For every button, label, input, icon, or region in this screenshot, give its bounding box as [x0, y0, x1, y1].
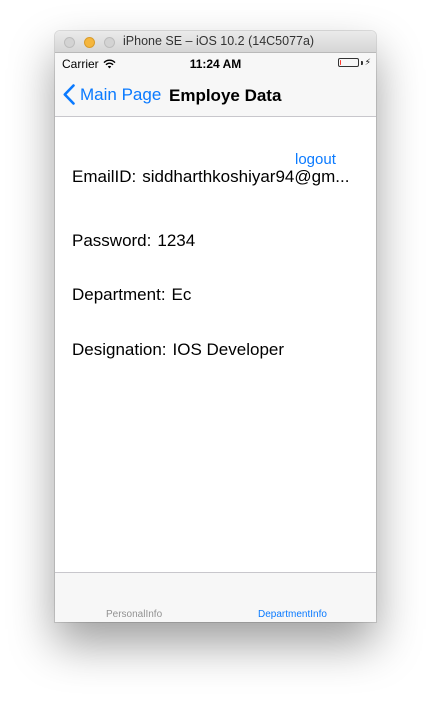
password-label: Password: — [72, 231, 152, 250]
battery-level — [339, 60, 341, 65]
logout-button[interactable]: logout — [295, 151, 336, 168]
email-row: EmailID: siddharthkoshiyar94@gm... — [72, 167, 355, 187]
designation-value: IOS Developer — [172, 340, 285, 359]
department-label: Department: — [72, 285, 166, 304]
email-value: siddharthkoshiyar94@gm... — [142, 167, 350, 186]
password-value: 1234 — [157, 231, 196, 250]
close-window-button[interactable] — [64, 37, 75, 48]
tab-personal-info[interactable]: PersonalInfo — [106, 609, 162, 620]
minimize-window-button[interactable] — [84, 37, 95, 48]
simulator-window: iPhone SE – iOS 10.2 (14C5077a) Carrier … — [55, 31, 376, 622]
navigation-bar: Main Page Employe Data — [55, 73, 376, 117]
battery-indicator: ⚡ — [337, 57, 371, 67]
charging-bolt-icon: ⚡ — [364, 57, 371, 67]
status-time: 11:24 AM — [189, 57, 242, 71]
department-value: Ec — [171, 285, 192, 304]
status-bar: Carrier 11:24 AM ⚡ — [55, 53, 376, 73]
back-button[interactable]: Main Page — [63, 84, 161, 105]
designation-row: Designation: IOS Developer — [72, 340, 355, 360]
window-title: iPhone SE – iOS 10.2 (14C5077a) — [123, 34, 315, 48]
window-titlebar: iPhone SE – iOS 10.2 (14C5077a) — [55, 31, 376, 53]
department-row: Department: Ec — [72, 285, 355, 305]
battery-tip — [360, 60, 363, 65]
tab-bar: PersonalInfo DepartmentInfo — [55, 572, 376, 622]
password-row: Password: 1234 — [72, 231, 355, 251]
page-title: Employe Data — [169, 86, 282, 105]
phone-screen: Carrier 11:24 AM ⚡ Main Page Employe Dat… — [55, 53, 376, 622]
zoom-window-button[interactable] — [104, 37, 115, 48]
back-button-label: Main Page — [80, 84, 162, 104]
employee-details: logout EmailID: siddharthkoshiyar94@gm...… — [55, 117, 376, 572]
chevron-left-icon — [63, 84, 75, 105]
battery-icon — [337, 58, 359, 67]
tab-department-info[interactable]: DepartmentInfo — [258, 609, 327, 620]
stage: iPhone SE – iOS 10.2 (14C5077a) Carrier … — [0, 0, 432, 702]
email-label: EmailID: — [72, 167, 137, 186]
designation-label: Designation: — [72, 340, 167, 359]
